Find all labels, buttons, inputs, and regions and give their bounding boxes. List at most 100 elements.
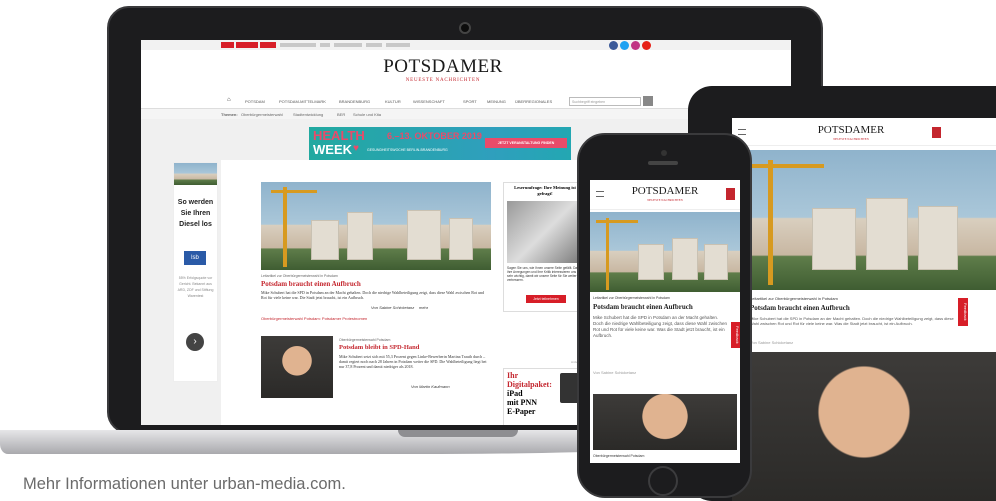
phone-camera — [661, 150, 667, 156]
epaper-icon[interactable] — [932, 127, 941, 138]
tablet-screen: POTSDAMER NEUESTE NACHRICHTEN Leitartike… — [732, 118, 996, 501]
banner-dates: 6.–13. OKTOBER 2019 — [387, 131, 482, 141]
footer-caption: Mehr Informationen unter urban-media.com… — [23, 475, 346, 493]
tablet-kicker: Leitartikel zur Oberbürgermeisterwahl in… — [750, 296, 838, 301]
phone-speaker — [648, 161, 678, 165]
phone-article-image[interactable] — [590, 212, 740, 292]
banner-title-top: HEALTH — [313, 128, 365, 143]
nav-item[interactable]: SPORT — [463, 99, 477, 104]
search-input[interactable]: Suchbegriff eingeben — [569, 97, 641, 106]
utility-link[interactable] — [260, 42, 276, 48]
epaper-line: Digitalpaket: — [507, 380, 552, 389]
utility-link[interactable] — [236, 42, 258, 48]
epaper-line: mit PNN — [507, 398, 537, 407]
crane-shape — [283, 187, 287, 267]
instagram-icon[interactable] — [631, 41, 640, 50]
epaper-ad[interactable]: Ihr Digitalpaket: iPad mit PNN E-Paper — [503, 368, 585, 425]
topic-link[interactable]: Oberbürgermeisterwahl — [241, 112, 283, 117]
phone-logo[interactable]: POTSDAMER — [620, 185, 710, 197]
epaper-icon[interactable] — [726, 188, 735, 200]
phone-headline[interactable]: Potsdam braucht einen Aufbruch — [593, 303, 693, 311]
utility-link[interactable] — [320, 43, 330, 47]
facebook-icon[interactable] — [609, 41, 618, 50]
tablet-article-image[interactable] — [732, 150, 996, 290]
site-tagline: NEUESTE NACHRICHTEN — [405, 78, 481, 83]
youtube-icon[interactable] — [642, 41, 651, 50]
building-shape — [638, 244, 664, 280]
nav-item[interactable]: POTSDAM — [245, 99, 265, 104]
epaper-line: E-Paper — [507, 407, 536, 416]
ad-body: 55% Erfolgsquote vor Gericht. Bekannt au… — [177, 276, 214, 298]
utility-link[interactable] — [280, 43, 316, 47]
tablet-logo[interactable]: POTSDAMER — [806, 124, 896, 136]
phone-teaser: Mike Schubert hat die SPD in Potsdam an … — [593, 315, 727, 338]
poll-image — [507, 201, 583, 263]
building-shape — [311, 220, 339, 260]
phone-portrait[interactable] — [593, 394, 737, 450]
article-kicker: Oberbürgermeisterwahl Potsdam — [339, 338, 391, 342]
banner-subtitle: GESUNDHEITSWOCHE BERLIN-BRANDENBURG — [367, 148, 448, 152]
building-shape — [812, 208, 856, 270]
crane-shape — [606, 218, 609, 290]
nav-item[interactable]: KULTUR — [385, 99, 401, 104]
nav-item[interactable]: WISSENSCHAFT — [413, 99, 445, 104]
building-shape — [449, 218, 473, 260]
utility-bar — [141, 40, 791, 50]
building-shape — [407, 210, 441, 260]
topic-link[interactable]: Schule und Kita — [353, 112, 381, 117]
topic-link[interactable]: BER — [337, 112, 345, 117]
banner-title-bottom: WEEK — [313, 142, 352, 157]
twitter-icon[interactable] — [620, 41, 629, 50]
nav-item[interactable]: ÜBERREGIONALES — [515, 99, 552, 104]
laptop-notch — [398, 430, 518, 437]
tablet-portrait[interactable] — [732, 352, 996, 501]
poll-box: Leserumfrage: Ihre Meinung ist gefragt! … — [503, 182, 585, 312]
nav-item[interactable]: BRANDENBURG — [339, 99, 370, 104]
chevron-right-icon[interactable]: › — [186, 333, 204, 351]
poll-button[interactable]: Jetzt teilnehmen — [526, 295, 566, 303]
building-shape — [704, 244, 728, 280]
ad-headline: So werden Sie Ihren Diesel los — [177, 199, 214, 228]
tablet-headline[interactable]: Potsdam braucht einen Aufbruch — [750, 304, 850, 312]
ad-image — [174, 163, 217, 185]
heart-icon: ♥ — [353, 143, 359, 154]
site-logo[interactable]: POTSDAMER — [363, 56, 523, 78]
utility-link[interactable] — [386, 43, 410, 47]
poll-title: Leserumfrage: Ihre Meinung ist gefragt! — [514, 185, 576, 196]
phone-home-button[interactable] — [648, 466, 678, 496]
tablet-byline: Von Sabine Schicketanz — [750, 340, 794, 345]
phone-kicker: Leitartikel zur Oberbürgermeisterwahl in… — [593, 296, 670, 300]
nav-item[interactable]: MEINUNG — [487, 99, 506, 104]
menu-icon[interactable] — [738, 129, 746, 135]
article-headline[interactable]: Potsdam braucht einen Aufbruch — [261, 280, 361, 288]
crane-shape — [752, 164, 824, 168]
nav-item[interactable]: POTSDAM-MITTELMARK — [279, 99, 326, 104]
device-mockup-showcase: POTSDAMER NEUESTE NACHRICHTEN ⌂ POTSDAM … — [0, 0, 996, 501]
feedback-tab[interactable]: Feedback — [958, 298, 968, 326]
crane-shape — [596, 220, 638, 223]
banner-cta-button[interactable]: JETZT VERANSTALTUNG FINDEN — [485, 138, 567, 148]
search-icon[interactable] — [643, 96, 653, 106]
crane-shape — [271, 190, 317, 193]
related-link[interactable]: Oberbürgermeisterwahl Potsdam: Potsdamer… — [261, 316, 367, 321]
article-kicker: Leitartikel zur Oberbürgermeisterwahl in… — [261, 274, 338, 278]
health-week-banner[interactable]: HEALTH WEEK ♥ 6.–13. OKTOBER 2019 GESUND… — [309, 127, 571, 160]
article-headline[interactable]: Potsdam bleibt in SPD-Hand — [339, 344, 419, 351]
sidebar-ad[interactable]: So werden Sie Ihren Diesel los lsb 55% E… — [173, 162, 218, 382]
menu-icon[interactable] — [596, 191, 604, 197]
more-link[interactable]: mehr — [419, 305, 428, 310]
phone-tagline: NEUESTE NACHRICHTEN — [647, 198, 683, 202]
feedback-tab[interactable]: Feedback — [731, 322, 740, 348]
utility-link[interactable] — [334, 43, 362, 47]
epaper-line: iPad — [507, 389, 523, 398]
building-shape — [918, 206, 958, 270]
article-portrait[interactable] — [261, 336, 333, 398]
home-icon[interactable]: ⌂ — [227, 97, 231, 103]
topic-link[interactable]: Stadtentwicklung — [293, 112, 323, 117]
utility-link[interactable] — [366, 43, 382, 47]
article-image[interactable] — [261, 182, 491, 270]
utility-link[interactable] — [221, 42, 234, 48]
crane-shape — [768, 160, 773, 285]
article-teaser: Mike Schubert hat die SPD in Potsdam an … — [261, 290, 485, 300]
ad-logo: lsb — [184, 251, 206, 265]
